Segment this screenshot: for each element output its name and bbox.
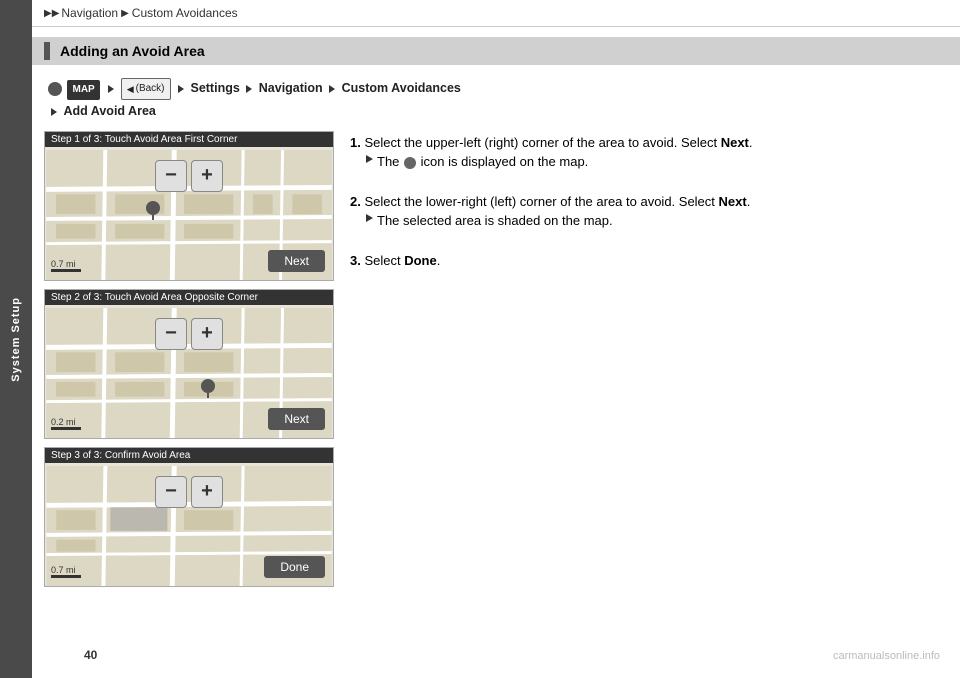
done-btn[interactable]: Done — [264, 556, 325, 578]
path-arrow-5 — [51, 108, 57, 116]
path-arrow-2 — [178, 85, 184, 93]
watermark: carmanualsonline.info — [833, 650, 940, 662]
instruction-3: 3. Select Done. — [350, 251, 948, 271]
page-number: 40 — [84, 642, 960, 668]
screenshot-2: Step 2 of 3: Touch Avoid Area Opposite C… — [44, 289, 334, 439]
right-column: 1. Select the upper-left (right) corner … — [350, 131, 948, 652]
screenshot-3-controls[interactable]: − + — [155, 476, 223, 508]
left-column: Step 1 of 3: Touch Avoid Area First Corn… — [44, 131, 334, 652]
map-marker-1 — [145, 200, 161, 223]
map-marker-2 — [200, 378, 216, 401]
zoom-out-btn-3[interactable]: − — [155, 476, 187, 508]
screenshot-1-title: Step 1 of 3: Touch Avoid Area First Corn… — [45, 132, 333, 147]
path-arrow-1 — [108, 85, 114, 93]
map-badge: MAP — [67, 80, 99, 100]
breadcrumb-nav: Navigation — [61, 6, 118, 20]
section-bar — [44, 42, 50, 60]
follow-arrow-2 — [366, 214, 373, 222]
instruction-2: 2. Select the lower-right (left) corner … — [350, 192, 948, 231]
screenshot-1-controls[interactable]: − + — [155, 160, 223, 192]
path-add: Add Avoid Area — [63, 104, 155, 118]
breadcrumb-arrow-1: ▶ — [121, 8, 129, 19]
page-content: Adding an Avoid Area MAP ◀(Back) Setting… — [32, 27, 960, 652]
screenshot-2-controls[interactable]: − + — [155, 318, 223, 350]
screenshot-2-title: Step 2 of 3: Touch Avoid Area Opposite C… — [45, 290, 333, 305]
instruction-1: 1. Select the upper-left (right) corner … — [350, 133, 948, 172]
scale-3: 0.7 mi — [51, 565, 81, 578]
breadcrumb: ▶▶ Navigation ▶ Custom Avoidances — [32, 0, 960, 27]
zoom-out-btn-2[interactable]: − — [155, 318, 187, 350]
screenshot-3-title: Step 3 of 3: Confirm Avoid Area — [45, 448, 333, 463]
path-custom: Custom Avoidances — [342, 81, 461, 95]
zoom-out-btn-1[interactable]: − — [155, 160, 187, 192]
follow-text-1: The icon is displayed on the map. — [377, 152, 588, 172]
path-arrow-3 — [246, 85, 252, 93]
follow-arrow-1 — [366, 155, 373, 163]
step-num-1: 1. — [350, 135, 361, 150]
scale-2: 0.2 mi — [51, 417, 81, 430]
main-content: ▶▶ Navigation ▶ Custom Avoidances Adding… — [32, 0, 960, 678]
path-navigation: Navigation — [259, 81, 323, 95]
breadcrumb-double-arrow: ▶▶ — [44, 8, 59, 19]
instruction-1-text: 1. Select the upper-left (right) corner … — [350, 133, 948, 153]
nav-path: MAP ◀(Back) Settings Navigation Custom A… — [32, 73, 960, 131]
breadcrumb-custom: Custom Avoidances — [132, 6, 238, 20]
sidebar: System Setup — [0, 0, 32, 678]
back-badge: ◀(Back) — [121, 78, 171, 100]
two-col-layout: Step 1 of 3: Touch Avoid Area First Corn… — [32, 131, 960, 652]
next-btn-1[interactable]: Next — [268, 250, 325, 272]
screenshot-1: Step 1 of 3: Touch Avoid Area First Corn… — [44, 131, 334, 281]
instruction-2-follow: The selected area is shaded on the map. — [350, 211, 948, 231]
zoom-in-btn-1[interactable]: + — [191, 160, 223, 192]
path-arrow-4 — [329, 85, 335, 93]
instruction-2-text: 2. Select the lower-right (left) corner … — [350, 192, 948, 212]
zoom-in-btn-2[interactable]: + — [191, 318, 223, 350]
sidebar-label: System Setup — [10, 297, 22, 382]
step-num-2: 2. — [350, 194, 361, 209]
follow-text-2: The selected area is shaded on the map. — [377, 211, 613, 231]
zoom-in-btn-3[interactable]: + — [191, 476, 223, 508]
path-settings: Settings — [190, 81, 239, 95]
map-pin-icon — [404, 157, 416, 169]
section-title: Adding an Avoid Area — [60, 43, 205, 59]
instruction-3-text: 3. Select Done. — [350, 251, 948, 271]
screenshot-3: Step 3 of 3: Confirm Avoid Area — [44, 447, 334, 587]
scale-1: 0.7 mi — [51, 259, 81, 272]
step-num-3: 3. — [350, 253, 361, 268]
section-header: Adding an Avoid Area — [32, 37, 960, 65]
next-btn-2[interactable]: Next — [268, 408, 325, 430]
home-icon — [48, 82, 62, 96]
instruction-1-follow: The icon is displayed on the map. — [350, 152, 948, 172]
